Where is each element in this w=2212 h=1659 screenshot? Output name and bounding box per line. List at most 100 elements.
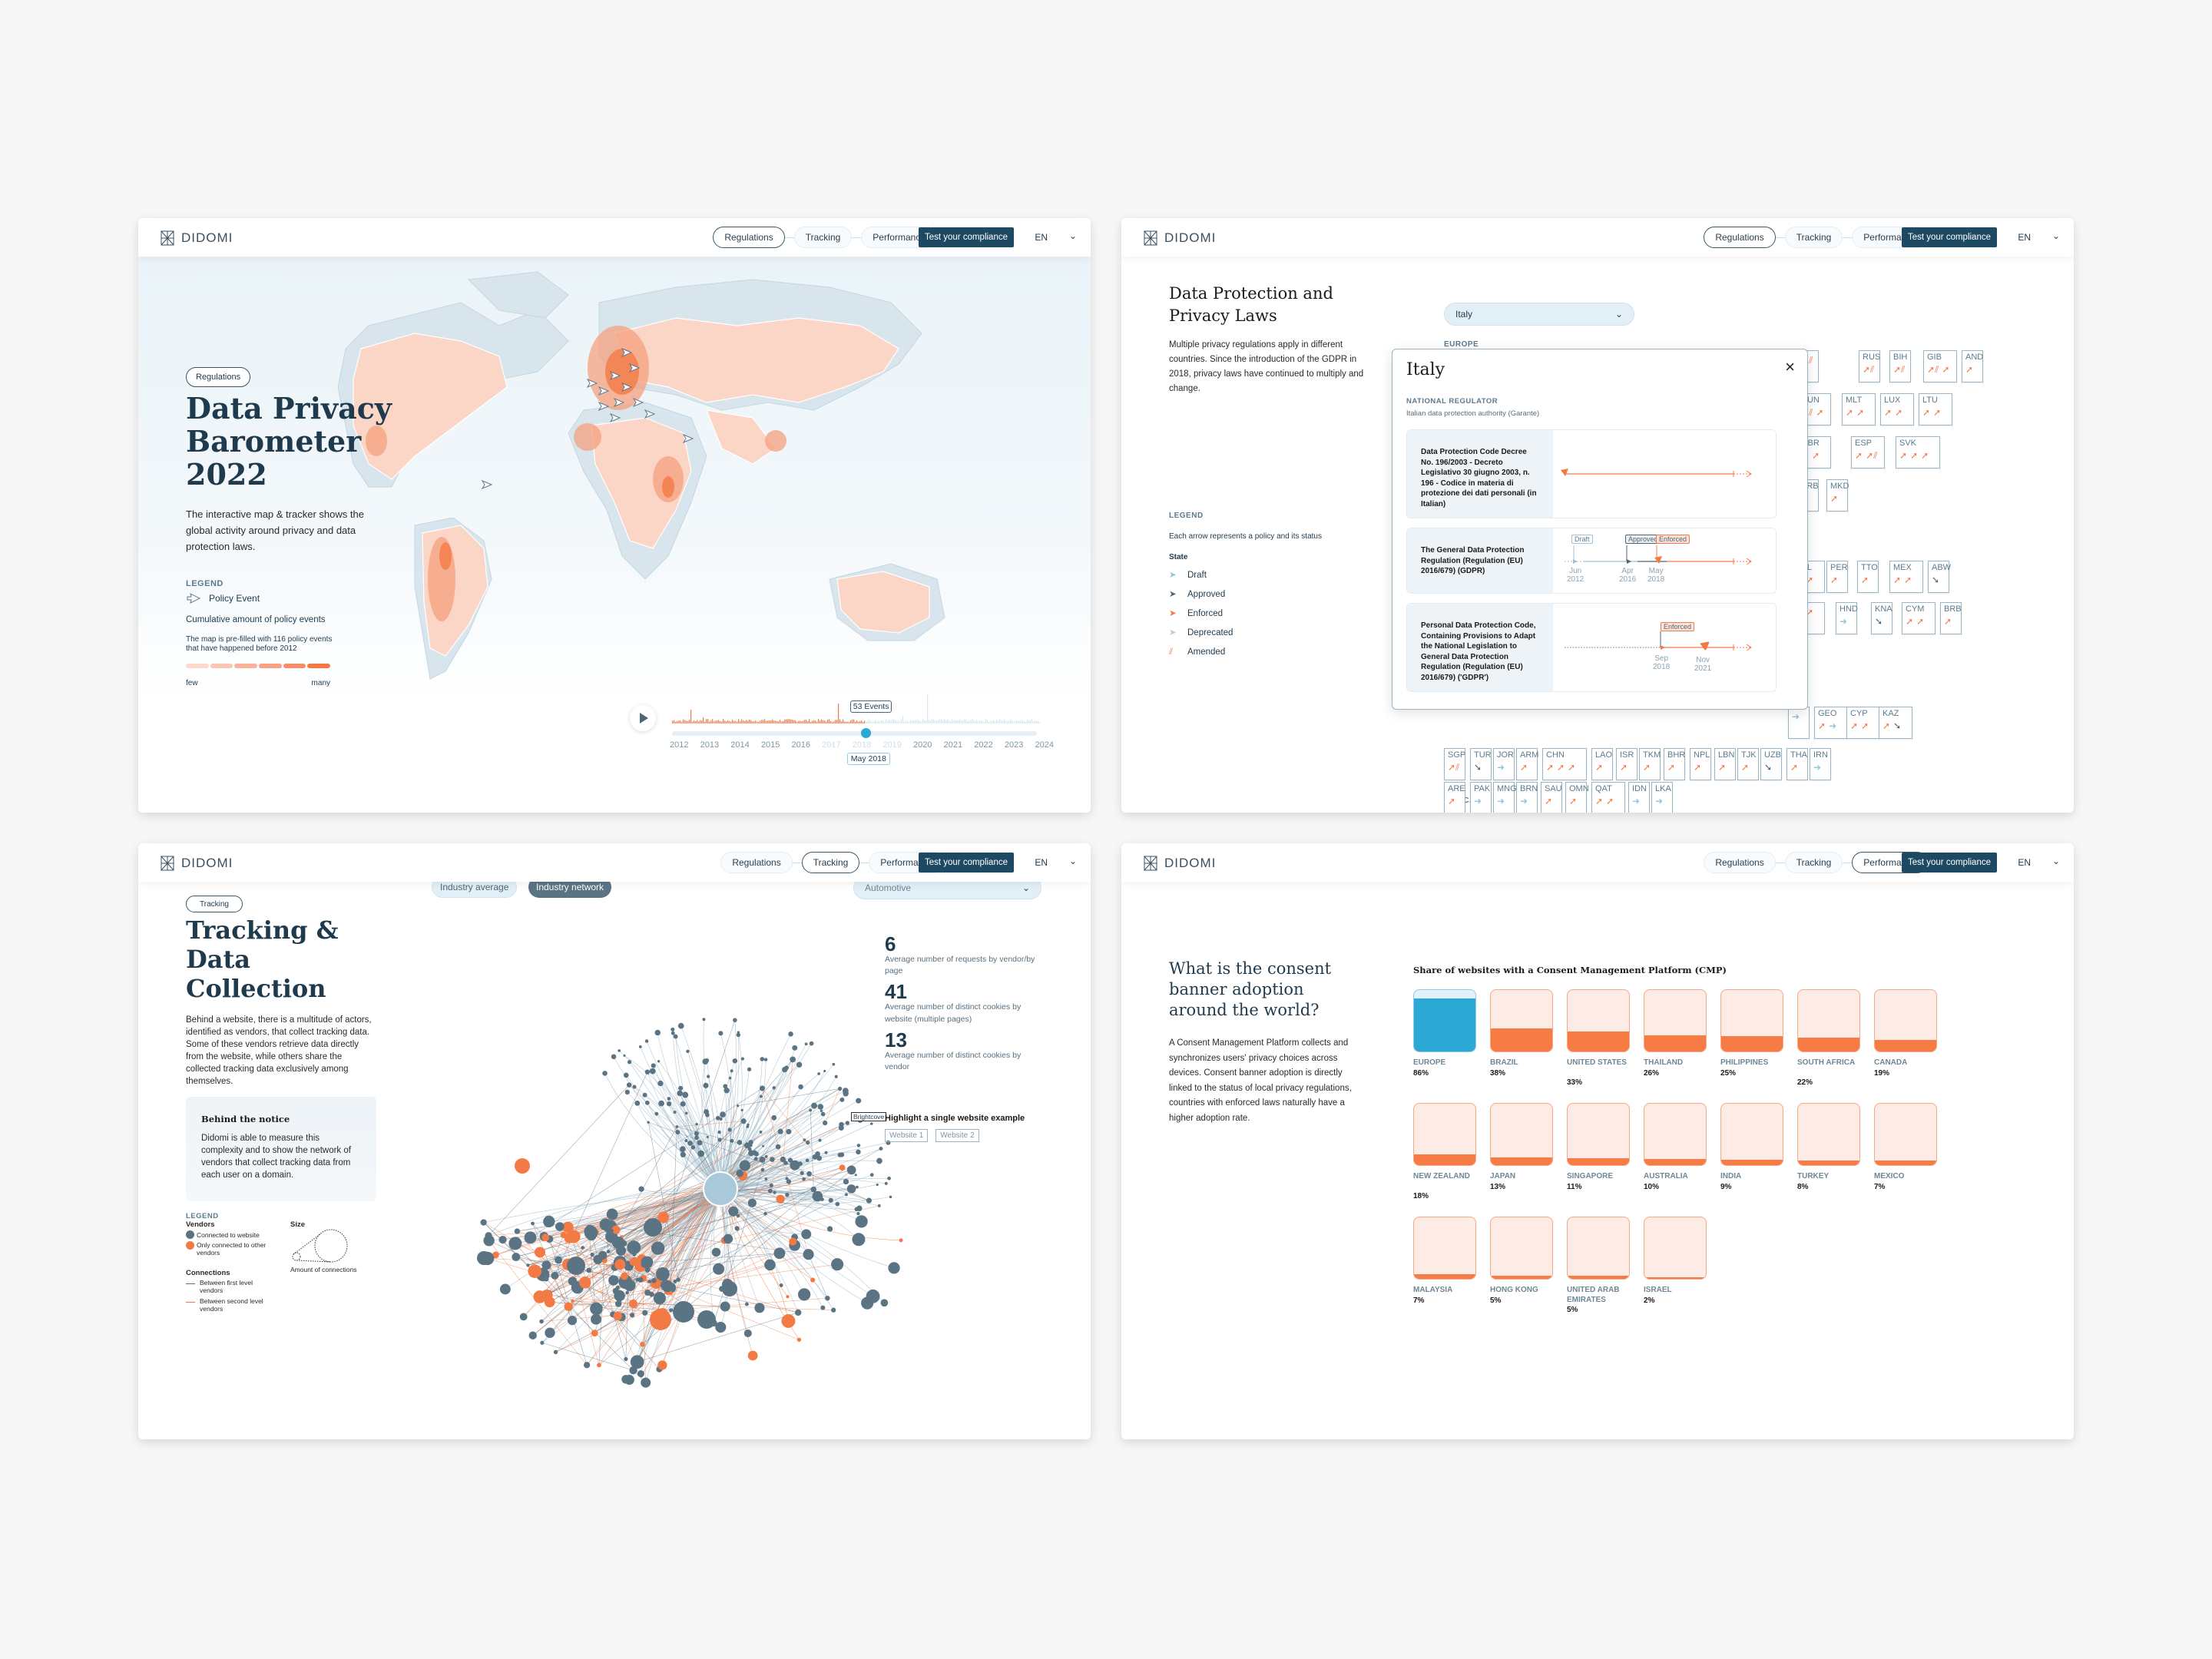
vendor-node[interactable] — [717, 1130, 721, 1134]
chevron-down-icon[interactable]: ⌄ — [1069, 856, 1077, 866]
vendor-network-graph[interactable] — [430, 935, 922, 1427]
vendor-node[interactable] — [669, 1308, 674, 1313]
timeline-year[interactable]: 2020 — [913, 740, 932, 750]
vendor-node[interactable] — [770, 1157, 775, 1162]
vendor-node[interactable] — [747, 1350, 758, 1361]
vendor-node[interactable] — [684, 1139, 688, 1143]
vendor-node[interactable] — [772, 1086, 776, 1090]
vendor-node[interactable] — [555, 1256, 563, 1264]
vendor-node[interactable] — [524, 1231, 537, 1244]
country-tile[interactable]: BRB ➚ — [1940, 602, 1962, 634]
vendor-node[interactable] — [805, 1158, 810, 1163]
vendor-node[interactable] — [677, 1022, 684, 1029]
vendor-node[interactable] — [796, 1061, 803, 1068]
vendor-node[interactable] — [734, 1226, 740, 1231]
vendor-node[interactable] — [644, 1290, 651, 1296]
tab-regulations[interactable]: Regulations — [713, 227, 785, 248]
country-tile[interactable]: TTO ➚ — [1857, 561, 1879, 593]
timeline-year[interactable]: 2017 — [822, 740, 840, 750]
vendor-node[interactable] — [844, 1193, 848, 1197]
vendor-node[interactable] — [887, 1176, 891, 1181]
vendor-node[interactable] — [718, 1031, 724, 1036]
vendor-node[interactable] — [567, 1257, 585, 1275]
country-tile[interactable]: CYP ➚ ➚ — [1846, 707, 1880, 739]
test-compliance-button[interactable]: Test your compliance — [918, 227, 1014, 247]
country-tile[interactable]: LUX ➚ ➚ — [1880, 393, 1914, 426]
vendor-node[interactable] — [792, 1045, 798, 1051]
vendor-node[interactable] — [680, 1151, 686, 1157]
vendor-node[interactable] — [637, 1277, 644, 1283]
vendor-node[interactable] — [760, 1167, 765, 1172]
vendor-node[interactable] — [759, 1130, 763, 1134]
vendor-node[interactable] — [632, 1084, 637, 1089]
country-tile[interactable]: TUR ➘ — [1470, 748, 1492, 780]
vendor-node[interactable] — [803, 1138, 806, 1142]
vendor-node[interactable] — [591, 1313, 601, 1325]
country-select[interactable]: Italy ⌄ — [1444, 303, 1634, 326]
country-tile[interactable]: ARM ➚ — [1516, 748, 1538, 780]
vendor-node[interactable] — [680, 1146, 686, 1153]
vendor-node[interactable] — [747, 1123, 750, 1126]
cmp-bar-card[interactable] — [1644, 1217, 1707, 1280]
vendor-node[interactable] — [515, 1158, 530, 1174]
vendor-node[interactable] — [811, 1102, 818, 1109]
vendor-node[interactable] — [743, 1142, 750, 1149]
vendor-node[interactable] — [599, 1218, 612, 1231]
vendor-node[interactable] — [615, 1285, 620, 1290]
test-compliance-button[interactable]: Test your compliance — [918, 853, 1014, 873]
vendor-node[interactable] — [713, 1263, 725, 1275]
vendor-node[interactable] — [825, 1295, 830, 1301]
vendor-node[interactable] — [794, 1309, 802, 1316]
timeline-year[interactable]: 2013 — [700, 740, 719, 750]
vendor-node[interactable] — [869, 1173, 874, 1177]
vendor-node[interactable] — [764, 1177, 768, 1181]
language-selector[interactable]: EN — [1035, 232, 1048, 243]
vendor-node[interactable] — [832, 1062, 836, 1066]
vendor-node[interactable] — [541, 1233, 550, 1242]
vendor-node[interactable] — [564, 1232, 575, 1243]
vendor-node[interactable] — [856, 1185, 859, 1189]
vendor-node[interactable] — [843, 1091, 849, 1097]
country-tile[interactable]: MKD ➚ — [1826, 479, 1849, 512]
vendor-node[interactable] — [856, 1212, 860, 1216]
vendor-node[interactable] — [673, 1279, 677, 1283]
timeline-year[interactable]: 2012 — [670, 740, 688, 750]
vendor-node[interactable] — [706, 1075, 710, 1078]
vendor-node[interactable] — [818, 1138, 822, 1142]
country-tile[interactable]: IDN ➜ — [1628, 782, 1650, 813]
vendor-node[interactable] — [551, 1271, 559, 1280]
vendor-node[interactable] — [789, 1237, 797, 1246]
vendor-node[interactable] — [621, 1272, 628, 1280]
vendor-node[interactable] — [820, 1305, 826, 1310]
vendor-node[interactable] — [817, 1104, 824, 1110]
vendor-node[interactable] — [543, 1215, 555, 1227]
vendor-node[interactable] — [856, 1144, 861, 1147]
vendor-node[interactable] — [661, 1280, 674, 1293]
timeline-year[interactable]: 2018 — [853, 740, 871, 750]
vendor-node[interactable] — [658, 1100, 664, 1107]
country-tile[interactable]: CYM ➚ ➚ — [1902, 602, 1936, 634]
country-tile[interactable]: KNA ➘ — [1871, 602, 1892, 634]
vendor-node[interactable] — [657, 1060, 661, 1063]
vendor-node[interactable] — [759, 1094, 763, 1098]
vendor-node[interactable] — [593, 1254, 603, 1264]
vendor-node[interactable] — [748, 1150, 754, 1157]
vendor-node[interactable] — [839, 1097, 845, 1102]
vendor-node[interactable] — [638, 1186, 644, 1192]
vendor-node[interactable] — [781, 1313, 796, 1328]
timeline-track[interactable] — [672, 731, 1037, 736]
cmp-bar-card[interactable] — [1644, 1103, 1707, 1166]
tab-regulations[interactable]: Regulations — [720, 852, 793, 873]
vendor-node[interactable] — [723, 1233, 733, 1244]
vendor-node[interactable] — [630, 1313, 635, 1318]
vendor-node[interactable] — [806, 1171, 812, 1177]
vendor-node[interactable] — [786, 1295, 790, 1299]
vendor-node[interactable] — [809, 1108, 813, 1112]
vendor-node[interactable] — [810, 1277, 816, 1283]
timeline-handle[interactable] — [860, 728, 871, 738]
vendor-node[interactable] — [640, 1341, 645, 1347]
vendor-node[interactable] — [703, 1082, 709, 1088]
vendor-node[interactable] — [803, 1249, 814, 1260]
vendor-node[interactable] — [512, 1253, 521, 1261]
vendor-node[interactable] — [754, 1303, 765, 1313]
